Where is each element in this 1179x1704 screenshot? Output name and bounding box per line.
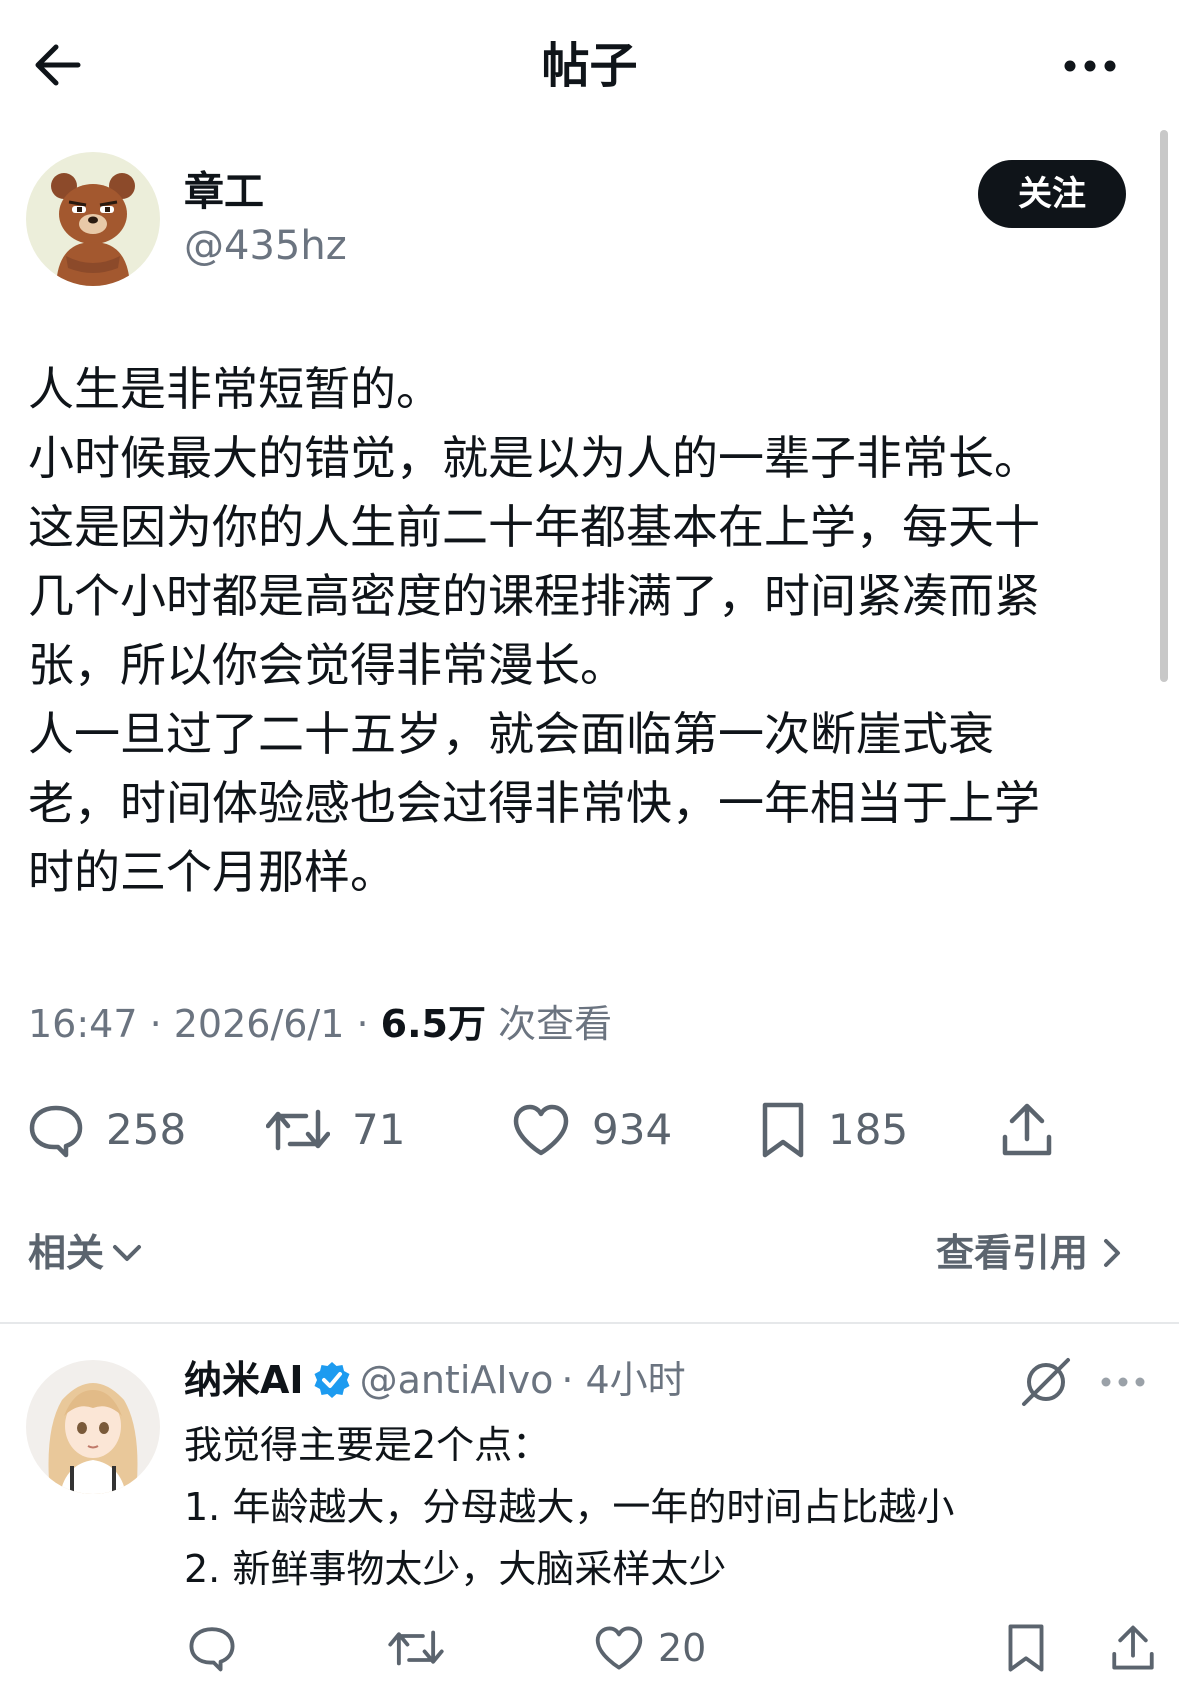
heart-icon (513, 1104, 569, 1156)
reply-share-button[interactable] (1110, 1620, 1156, 1676)
view-count: 6.5万 (380, 1002, 486, 1046)
reply-author-handle[interactable]: @antiAIvo (360, 1354, 554, 1406)
tweet-line: 人一旦过了二十五岁，就会面临第一次断崖式衰 (28, 707, 994, 761)
reply-line: 我觉得主要是2个点： (184, 1423, 551, 1467)
retweet-icon (266, 1109, 330, 1151)
ellipsis-icon (1064, 60, 1116, 72)
like-button[interactable]: 934 (512, 1098, 672, 1162)
grok-button[interactable] (1018, 1354, 1074, 1410)
retweet-button[interactable]: 71 (266, 1098, 405, 1162)
reply-header: 纳米AI @antiAIvo · 4小时 (184, 1354, 686, 1406)
bookmark-count: 185 (828, 1105, 909, 1154)
chevron-right-icon (1104, 1239, 1121, 1267)
slashed-circle-icon (1022, 1358, 1070, 1406)
reply-text: 我觉得主要是2个点： 1. 年龄越大，分母越大，一年的时间占比越小 2. 新鲜事… (184, 1414, 1084, 1600)
tweet-line: 时的三个月那样。 (28, 845, 396, 899)
reply-count: 258 (106, 1105, 187, 1154)
reply-like-count: 20 (658, 1626, 707, 1670)
bookmark-icon (762, 1102, 804, 1158)
chevron-down-icon (113, 1245, 142, 1261)
tweet-text: 人生是非常短暂的。 小时候最大的错觉，就是以为人的一辈子非常长。 这是因为你的人… (28, 355, 1158, 907)
like-count: 934 (592, 1105, 673, 1154)
related-toggle[interactable]: 相关 (28, 1228, 144, 1278)
reply-avatar[interactable] (26, 1360, 160, 1494)
tweet-line: 老，时间体验感也会过得非常快，一年相当于上学 (28, 776, 1040, 830)
avatar[interactable] (26, 152, 160, 286)
reply-time: · 4小时 (561, 1358, 686, 1402)
reply-bookmark-button[interactable] (1006, 1620, 1046, 1676)
share-icon (1112, 1625, 1154, 1670)
scrollbar[interactable] (1160, 130, 1168, 682)
reply-button[interactable]: 258 (28, 1098, 186, 1162)
bookmark-button[interactable]: 185 (760, 1098, 908, 1162)
author-handle[interactable]: @435hz (184, 222, 347, 270)
share-icon (1002, 1103, 1052, 1156)
follow-button[interactable]: 关注 (978, 160, 1126, 228)
tweet-line: 几个小时都是高密度的课程排满了，时间紧凑而紧 (28, 569, 1040, 623)
reply-like-button[interactable]: 20 (594, 1620, 706, 1676)
retweet-icon (388, 1630, 444, 1666)
verified-badge-icon (314, 1362, 350, 1398)
anime-girl-avatar-icon (26, 1360, 160, 1494)
tweet-line: 小时候最大的错觉，就是以为人的一辈子非常长。 (28, 431, 1040, 485)
bookmark-icon (1008, 1624, 1044, 1672)
more-button[interactable] (1060, 52, 1120, 80)
reply-line: 1. 年龄越大，分母越大，一年的时间占比越小 (184, 1485, 955, 1529)
related-label: 相关 (28, 1231, 105, 1275)
heart-icon (595, 1626, 643, 1670)
tweet-line: 张，所以你会觉得非常漫长。 (28, 638, 626, 692)
reply-author-name[interactable]: 纳米AI (184, 1354, 304, 1406)
comment-icon (189, 1627, 235, 1672)
reply-line: 2. 新鲜事物太少，大脑采样太少 (184, 1547, 727, 1591)
tweet-meta: 16:47 · 2026/6/1 · 6.5万 次查看 (28, 998, 612, 1050)
tweet-line: 人生是非常短暂的。 (28, 362, 442, 416)
view-label: 次查看 (485, 1002, 613, 1046)
bear-avatar-icon (26, 152, 160, 286)
comment-icon (29, 1105, 83, 1158)
ellipsis-icon (1101, 1377, 1145, 1387)
reply-retweet-button[interactable] (388, 1620, 444, 1676)
page-title: 帖子 (541, 38, 638, 94)
author-name[interactable]: 章工 (184, 168, 264, 216)
reply-comment-button[interactable] (188, 1620, 236, 1676)
share-button[interactable] (1000, 1098, 1054, 1162)
retweet-count: 71 (352, 1105, 406, 1154)
reply-more-button[interactable] (1098, 1370, 1148, 1394)
tweet-timestamp[interactable]: 16:47 · 2026/6/1 · (28, 1002, 381, 1046)
divider (0, 1322, 1179, 1324)
view-quotes-label: 查看引用 (936, 1231, 1089, 1275)
tweet-line: 这是因为你的人生前二十年都基本在上学，每天十 (28, 500, 1040, 554)
view-quotes-link[interactable]: 查看引用 (936, 1228, 1128, 1278)
